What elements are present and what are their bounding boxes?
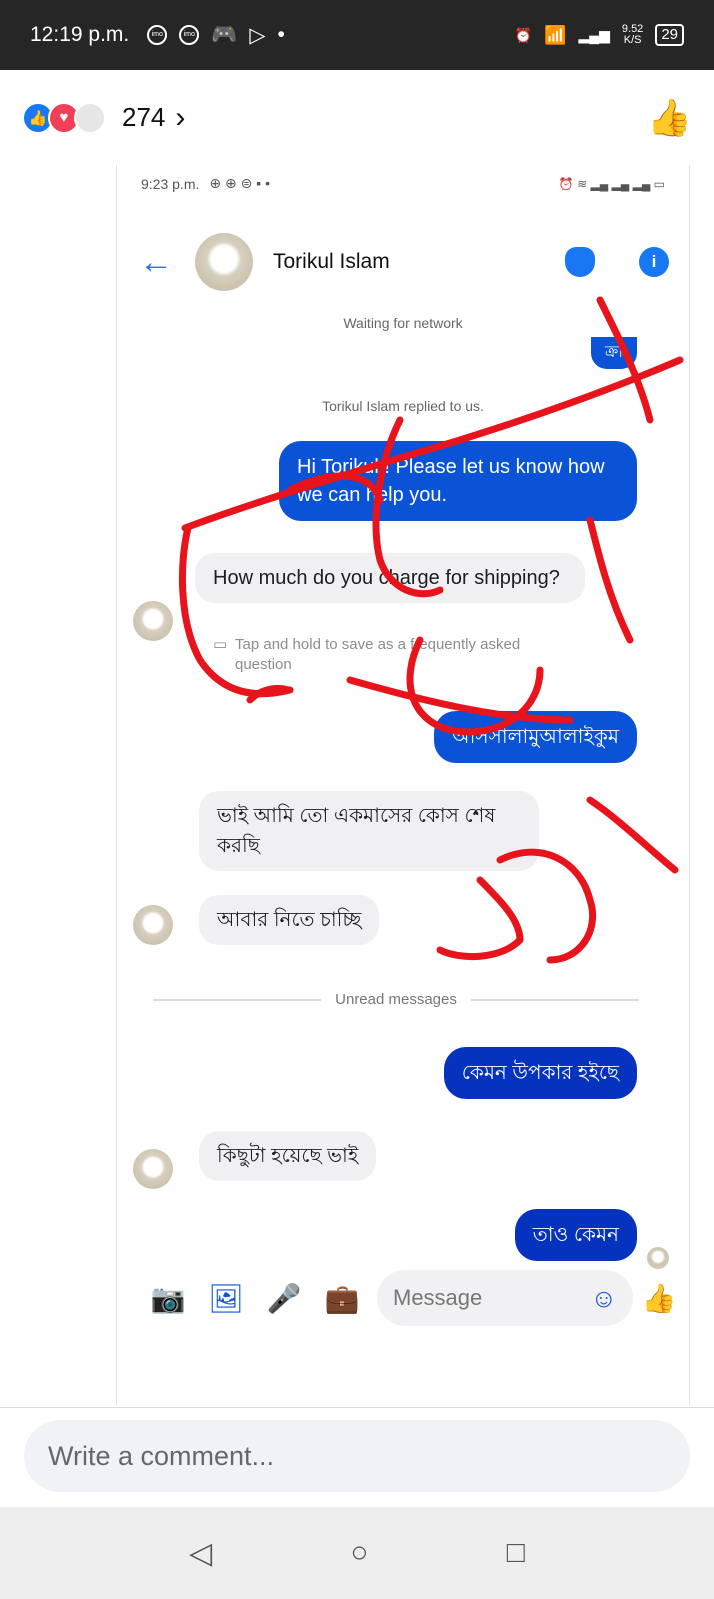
reactions-bar[interactable]: 👍 ♥ 274 › 👍	[0, 70, 714, 165]
navigation-bar: ◁ ○ □	[0, 1507, 714, 1599]
avatar[interactable]	[195, 233, 253, 291]
avatar[interactable]	[133, 905, 173, 945]
imo-icon: imo	[147, 25, 168, 45]
avatar[interactable]	[133, 601, 173, 641]
message-bubble-in[interactable]: How much do you charge for shipping?	[195, 553, 585, 603]
message-bubble-in[interactable]: কিছুটা হয়েছে ভাই	[199, 1131, 377, 1181]
image-icon[interactable]: 🖼	[197, 1282, 255, 1315]
net-speed: 9.52 K/S	[621, 23, 644, 46]
status-bar: 12:19 p.m. imo imo 🎮 ▷ • ⏰ 📶 ▂▄▆ 9.52 K/…	[0, 0, 714, 70]
inner-status-icons: ⊕ ⊕ ⊜ ▪ •	[209, 175, 270, 191]
chevron-right-icon[interactable]: ›	[175, 101, 185, 135]
status-time: 12:19 p.m.	[30, 23, 130, 46]
message-composer: 📷 🖼 🎤 💼 Message ☺ 👍	[139, 1265, 679, 1331]
avatar[interactable]	[133, 1149, 173, 1189]
gamepad-icon: 🎮	[211, 23, 238, 46]
imo-icon: imo	[179, 25, 200, 45]
shared-screenshot[interactable]: 9:23 p.m. ⊕ ⊕ ⊜ ▪ • ⏰ ≋ ▂▄ ▂▄ ▂▄ ▭ ← Tor…	[116, 165, 690, 1405]
notification-dot: •	[277, 23, 285, 46]
message-bubble-out[interactable]: তাও কেমন	[514, 1209, 637, 1261]
wifi-icon: 📶	[544, 24, 567, 45]
chat-header: ← Torikul Islam i	[139, 227, 669, 297]
network-status: Waiting for network	[343, 315, 463, 331]
message-bubble-out[interactable]: Hi Torikul ! Please let us know how we c…	[279, 441, 637, 521]
reaction-count[interactable]: 274	[122, 102, 165, 133]
microphone-icon[interactable]: 🎤	[255, 1282, 313, 1315]
shield-icon[interactable]	[565, 247, 595, 277]
faq-hint: ▭ Tap and hold to save as a frequently a…	[213, 636, 521, 673]
emoji-icon[interactable]: ☺	[590, 1283, 617, 1314]
thumbs-up-icon[interactable]: 👍	[639, 1282, 679, 1315]
camera-icon[interactable]: 📷	[139, 1282, 197, 1315]
battery-icon: 29	[655, 24, 684, 46]
other-reaction-icon	[74, 101, 106, 134]
inner-status-time: 9:23 p.m.	[141, 175, 200, 192]
message-bubble-out[interactable]: আসসালামুআলাইকুম	[434, 711, 637, 763]
info-icon[interactable]: i	[639, 247, 669, 277]
message-bubble-out-partial[interactable]: ক্রা	[590, 337, 637, 369]
briefcase-icon[interactable]: 💼	[313, 1282, 371, 1315]
unread-divider: Unread messages	[153, 991, 640, 1008]
faq-hint-icon: ▭	[213, 636, 228, 653]
like-button[interactable]: 👍	[647, 97, 692, 139]
message-bubble-in[interactable]: আবার নিতে চাচ্ছি	[199, 895, 380, 945]
message-bubble-out[interactable]: কেমন উপকার হইছে	[443, 1047, 637, 1099]
message-input[interactable]: Message ☺	[377, 1270, 633, 1326]
comment-input[interactable]: Write a comment...	[24, 1420, 690, 1492]
back-arrow-icon[interactable]: ←	[139, 243, 195, 282]
play-icon: ▷	[249, 23, 266, 47]
home-nav-icon[interactable]: ○	[350, 1536, 368, 1570]
recents-nav-icon[interactable]: □	[507, 1536, 525, 1570]
comment-bar: Write a comment...	[0, 1407, 714, 1507]
signal-icon: ▂▄▆	[578, 26, 610, 43]
inner-status-bar: 9:23 p.m. ⊕ ⊕ ⊜ ▪ • ⏰ ≋ ▂▄ ▂▄ ▂▄ ▭	[141, 175, 665, 192]
contact-name[interactable]: Torikul Islam	[273, 250, 390, 274]
reply-notice: Torikul Islam replied to us.	[322, 398, 484, 414]
alarm-icon: ⏰	[514, 26, 533, 43]
inner-status-right-icons: ⏰ ≋ ▂▄ ▂▄ ▂▄ ▭	[558, 176, 665, 191]
message-bubble-in[interactable]: ভাই আমি তো একমাসের কোস শেষ করছি	[199, 791, 539, 871]
back-nav-icon[interactable]: ◁	[189, 1536, 212, 1571]
